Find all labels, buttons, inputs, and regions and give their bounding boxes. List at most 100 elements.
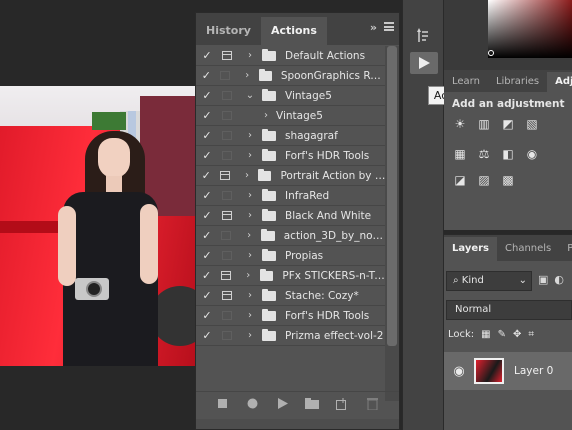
tab-actions[interactable]: Actions [260,17,327,45]
tab-layers[interactable]: Layers [444,237,497,261]
tab-paths[interactable]: Pa [559,237,572,261]
layer-row[interactable]: ◉ Layer 0 [444,352,572,390]
expand-panel-icon[interactable]: » [370,21,377,34]
dialog-toggle-icon[interactable] [220,310,234,322]
record-icon[interactable] [245,396,261,412]
dialog-toggle-icon[interactable] [220,130,234,142]
chevron-right-icon[interactable]: › [258,110,274,121]
chevron-right-icon[interactable]: › [242,50,258,61]
toggle-check-icon[interactable]: ✓ [196,229,218,242]
dialog-toggle-icon[interactable] [220,230,234,242]
curves-icon[interactable]: ◩ [500,116,516,132]
action-row[interactable]: ✓ › Forf's HDR Tools [196,306,387,326]
lock-brush-icon[interactable]: ✎ [498,329,506,340]
layer-filter-select[interactable]: ⌕ Kind ⌄ [446,271,532,291]
dialog-toggle-icon[interactable] [220,110,234,122]
toggle-check-icon[interactable]: ✓ [196,69,217,82]
chevron-right-icon[interactable]: › [240,170,255,181]
action-row[interactable]: ✓ › Vintage5 [196,106,387,126]
dialog-toggle-icon[interactable] [219,70,232,82]
toggle-check-icon[interactable]: ✓ [196,129,218,142]
chevron-right-icon[interactable]: › [242,190,258,201]
actions-dock-icon[interactable] [410,52,438,74]
tab-history[interactable]: History [196,17,261,45]
adjustment-filter-icon[interactable]: ◐ [554,273,564,286]
dialog-toggle-icon[interactable] [220,210,234,222]
toggle-check-icon[interactable]: ✓ [196,49,218,62]
action-row[interactable]: ✓ ⌄ Vintage5 [196,86,387,106]
chevron-down-icon[interactable]: ⌄ [242,90,258,101]
toggle-check-icon[interactable]: ✓ [196,169,216,182]
tab-learn[interactable]: Learn [444,72,488,92]
visibility-eye-icon[interactable]: ◉ [444,364,474,379]
action-row[interactable]: ✓ › Forf's HDR Tools [196,146,387,166]
toggle-check-icon[interactable]: ✓ [196,289,218,302]
action-row[interactable]: ✓ › Default Actions [196,46,387,66]
panel-resize-grip[interactable] [196,419,399,429]
exposure-icon[interactable]: ▧ [524,116,540,132]
toggle-check-icon[interactable]: ✓ [196,189,218,202]
image-filter-icon[interactable]: ▣ [538,273,548,286]
new-set-icon[interactable] [304,396,320,412]
history-dock-icon[interactable] [410,25,438,47]
action-row[interactable]: ✓ › SpoonGraphics Retr... [196,66,387,86]
toggle-check-icon[interactable]: ✓ [196,209,218,222]
scroll-thumb[interactable] [387,46,397,346]
action-row[interactable]: ✓ › shagagraf [196,126,387,146]
tab-adjustments[interactable]: Adj [547,72,572,92]
document-canvas[interactable] [0,0,195,430]
action-list[interactable]: ✓ › Default Actions ✓ › SpoonGraphics Retr...… [196,46,387,346]
action-row[interactable]: ✓ › Black And White [196,206,387,226]
chevron-right-icon[interactable]: › [242,310,258,321]
dialog-toggle-icon[interactable] [220,330,234,342]
posterize-icon[interactable]: ▨ [476,172,492,188]
toggle-check-icon[interactable]: ✓ [196,109,218,122]
action-row[interactable]: ✓ › action_3D_by_noe... [196,226,387,246]
blend-mode-select[interactable]: Normal [446,300,572,320]
dialog-toggle-icon[interactable] [220,290,234,302]
dialog-toggle-icon[interactable] [220,250,234,262]
dialog-toggle-icon[interactable] [219,270,232,282]
black-white-icon[interactable]: ◧ [500,146,516,162]
lock-transparency-icon[interactable]: ▦ [481,329,490,340]
tab-channels[interactable]: Channels [497,237,559,261]
lock-position-icon[interactable]: ✥ [513,329,521,340]
play-icon[interactable] [275,396,291,412]
chevron-right-icon[interactable]: › [240,70,255,81]
toggle-check-icon[interactable]: ✓ [196,249,218,262]
toggle-check-icon[interactable]: ✓ [196,329,218,342]
toggle-check-icon[interactable]: ✓ [196,309,218,322]
dialog-toggle-icon[interactable] [220,190,234,202]
action-row[interactable]: ✓ › Portrait Action by pr... [196,166,387,186]
color-balance-icon[interactable]: ⚖ [476,146,492,162]
chevron-right-icon[interactable]: › [242,330,258,341]
color-picker-field[interactable] [488,0,572,58]
chevron-right-icon[interactable]: › [242,130,258,141]
dialog-toggle-icon[interactable] [220,150,234,162]
action-list-scrollbar[interactable] [385,46,399,401]
color-marker[interactable] [488,50,494,56]
dialog-toggle-icon[interactable] [220,90,234,102]
invert-icon[interactable]: ◪ [452,172,468,188]
chevron-right-icon[interactable]: › [242,150,258,161]
action-row[interactable]: ✓ › Propias [196,246,387,266]
chevron-right-icon[interactable]: › [242,210,258,221]
chevron-right-icon[interactable]: › [242,250,258,261]
chevron-right-icon[interactable]: › [241,230,257,241]
stop-icon[interactable] [215,396,231,412]
new-action-icon[interactable] [334,396,350,412]
action-row[interactable]: ✓ › PFx STICKERS-n-TA... [196,266,387,286]
dialog-toggle-icon[interactable] [220,50,234,62]
chevron-right-icon[interactable]: › [242,290,258,301]
hue-saturation-icon[interactable]: ▦ [452,146,468,162]
action-row[interactable]: ✓ › Stache: Cozy* [196,286,387,306]
photo-filter-icon[interactable]: ◉ [524,146,540,162]
dialog-toggle-icon[interactable] [218,170,231,182]
action-row[interactable]: ✓ › InfraRed [196,186,387,206]
tab-libraries[interactable]: Libraries [488,72,547,92]
levels-icon[interactable]: ▥ [476,116,492,132]
toggle-check-icon[interactable]: ✓ [196,89,218,102]
panel-menu-icon[interactable] [384,22,394,31]
lock-artboard-icon[interactable]: ⌗ [528,329,534,340]
action-row[interactable]: ✓ › Prizma effect-vol-2 [196,326,387,346]
